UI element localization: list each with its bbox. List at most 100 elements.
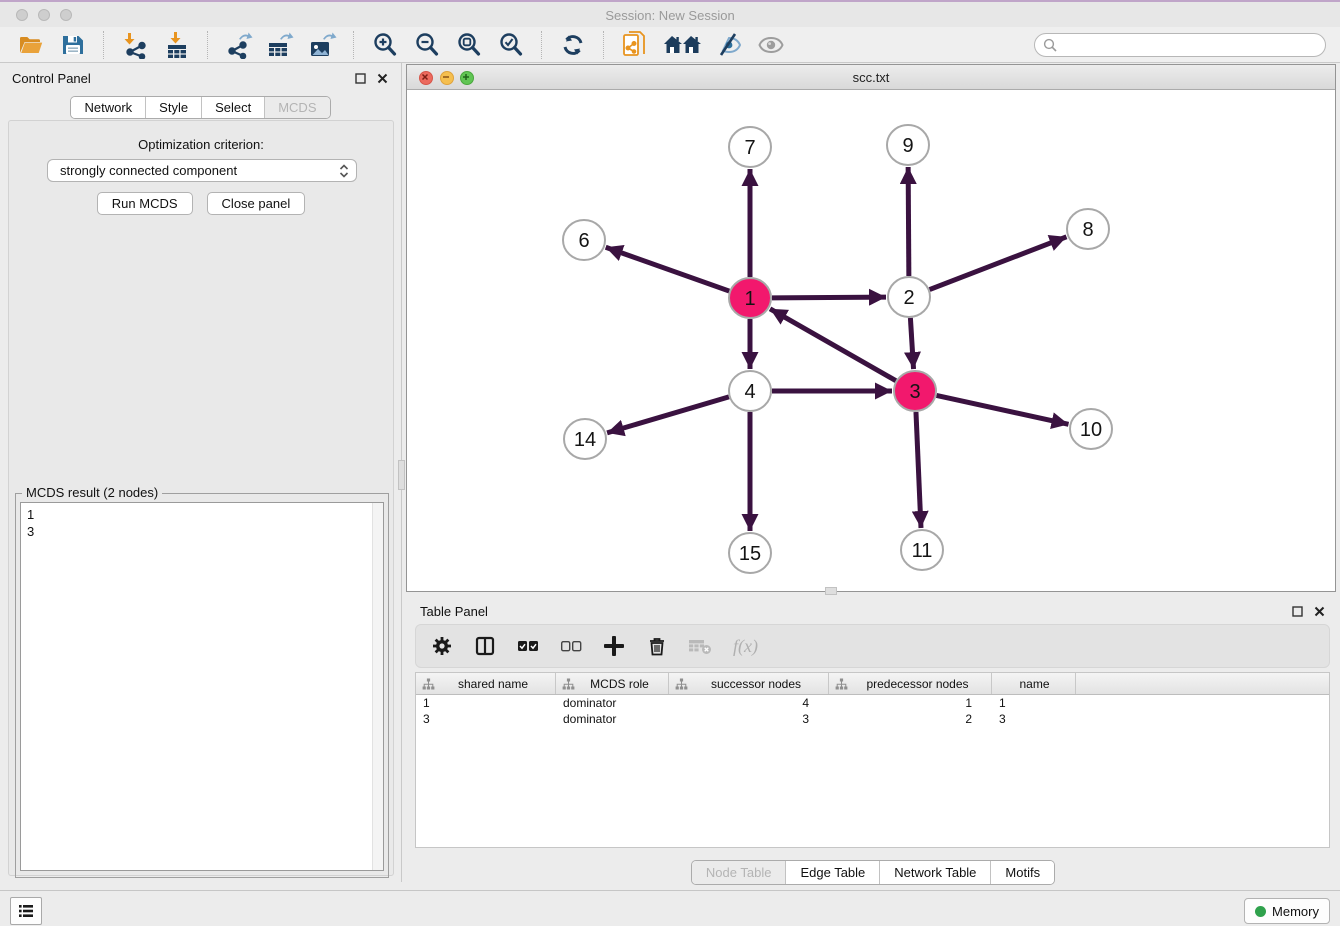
delete-row-button[interactable] [645,634,669,658]
column-sort-icon [422,678,435,690]
table-header-row: shared nameMCDS rolesuccessor nodesprede… [416,673,1329,695]
add-row-button[interactable] [602,634,626,658]
export-image-button[interactable] [308,30,338,60]
graph-edge-1-2[interactable] [772,297,886,298]
close-panel-button[interactable]: Close panel [207,192,306,215]
network-view-window: scc.txt 7 9 6 8 1 2 4 3 14 10 15 11 [406,64,1336,592]
open-session-button[interactable] [16,30,46,60]
plus-icon [604,636,624,656]
export-table-button[interactable] [266,30,296,60]
criterion-value: strongly connected component [60,163,338,178]
show-all-networks-button[interactable] [662,30,702,60]
window-title: Session: New Session [0,8,1340,23]
toolbar-separator [353,31,355,59]
delete-table-button[interactable] [688,634,712,658]
zoom-selected-button[interactable] [496,30,526,60]
graph-node-14[interactable]: 14 [564,419,606,459]
zoom-fit-button[interactable] [454,30,484,60]
select-all-icon [517,639,539,653]
graph-edge-4-14[interactable] [607,397,729,433]
mcds-result-area[interactable]: 1 3 [20,502,384,871]
table-row[interactable]: 3dominator323 [416,711,1329,727]
graph-node-7[interactable]: 7 [729,127,771,167]
show-graphics-details-button[interactable] [756,30,786,60]
table-row[interactable]: 1dominator411 [416,695,1329,711]
select-all-columns-button[interactable] [516,634,540,658]
show-column-panel-button[interactable] [473,634,497,658]
node-table[interactable]: shared nameMCDS rolesuccessor nodesprede… [415,672,1330,848]
task-history-button[interactable] [10,897,42,925]
graph-edge-3-1[interactable] [770,309,896,381]
cell-MCDS-role: dominator [556,696,669,710]
table-panel: Table Panel f(x) shared nameMCDS rolesu [406,596,1340,890]
network-graph[interactable]: 7 9 6 8 1 2 4 3 14 10 15 11 [407,90,1335,591]
svg-text:9: 9 [902,135,913,157]
column-header-name[interactable]: name [992,673,1076,694]
export-image-icon [309,31,337,59]
column-header-predecessor-nodes[interactable]: predecessor nodes [829,673,992,694]
criterion-select[interactable]: strongly connected component [47,159,357,182]
graph-node-10[interactable]: 10 [1070,409,1112,449]
apply-function-button[interactable]: f(x) [731,634,765,658]
float-panel-icon[interactable] [1290,604,1304,618]
tab-select[interactable]: Select [201,97,264,118]
hide-graphics-details-button[interactable] [714,30,744,60]
column-header-successor-nodes[interactable]: successor nodes [669,673,829,694]
unselect-all-columns-button[interactable] [559,634,583,658]
import-table-button[interactable] [162,30,192,60]
close-panel-icon[interactable] [375,71,389,85]
svg-text:8: 8 [1082,219,1093,241]
graph-edge-3-10[interactable] [937,395,1069,424]
open-folder-icon [18,32,44,58]
run-mcds-button[interactable]: Run MCDS [97,192,193,215]
result-scrollbar[interactable] [372,503,383,870]
column-header-shared-name[interactable]: shared name [416,673,556,694]
svg-text:11: 11 [912,540,933,562]
graph-node-6[interactable]: 6 [563,220,605,260]
svg-text:10: 10 [1080,419,1102,441]
export-network-button[interactable] [224,30,254,60]
graph-node-3[interactable]: 3 [894,371,936,411]
search-input[interactable] [1063,37,1317,53]
graph-edge-1-6[interactable] [606,247,730,291]
horizontal-splitter-handle[interactable] [825,587,837,595]
graph-node-15[interactable]: 15 [729,533,771,573]
zoom-out-button[interactable] [412,30,442,60]
tab-motifs[interactable]: Motifs [990,861,1054,884]
cell-successor-nodes: 3 [669,712,829,726]
graph-edge-2-3[interactable] [910,318,913,369]
zoom-selected-icon [497,31,525,59]
cell-predecessor-nodes: 1 [829,696,992,710]
float-panel-icon[interactable] [353,71,367,85]
duplicate-network-button[interactable] [620,30,650,60]
network-window-titlebar[interactable]: scc.txt [407,65,1335,90]
zoom-in-button[interactable] [370,30,400,60]
graph-node-8[interactable]: 8 [1067,209,1109,249]
close-panel-icon[interactable] [1312,604,1326,618]
tab-node-table[interactable]: Node Table [692,861,786,884]
tab-mcds[interactable]: MCDS [264,97,329,118]
graph-node-4[interactable]: 4 [729,371,771,411]
fx-icon: f(x) [731,635,765,657]
tab-style[interactable]: Style [145,97,201,118]
table-settings-button[interactable] [430,634,454,658]
graph-node-1[interactable]: 1 [729,278,771,318]
graph-node-2[interactable]: 2 [888,277,930,317]
tab-network[interactable]: Network [71,97,145,118]
graph-edge-2-9[interactable] [908,167,909,276]
import-network-button[interactable] [120,30,150,60]
memory-button[interactable]: Memory [1244,898,1330,924]
tab-edge-table[interactable]: Edge Table [785,861,879,884]
vertical-splitter-handle[interactable] [398,460,405,490]
graph-node-9[interactable]: 9 [887,125,929,165]
graph-edge-2-8[interactable] [930,237,1067,290]
unselect-all-icon [560,639,582,653]
column-sort-icon [675,678,688,690]
save-session-button[interactable] [58,30,88,60]
graph-node-11[interactable]: 11 [901,530,943,570]
toolbar-separator [541,31,543,59]
graph-edge-3-11[interactable] [916,412,921,528]
column-header-MCDS-role[interactable]: MCDS role [556,673,669,694]
tab-network-table[interactable]: Network Table [879,861,990,884]
refresh-network-button[interactable] [558,30,588,60]
